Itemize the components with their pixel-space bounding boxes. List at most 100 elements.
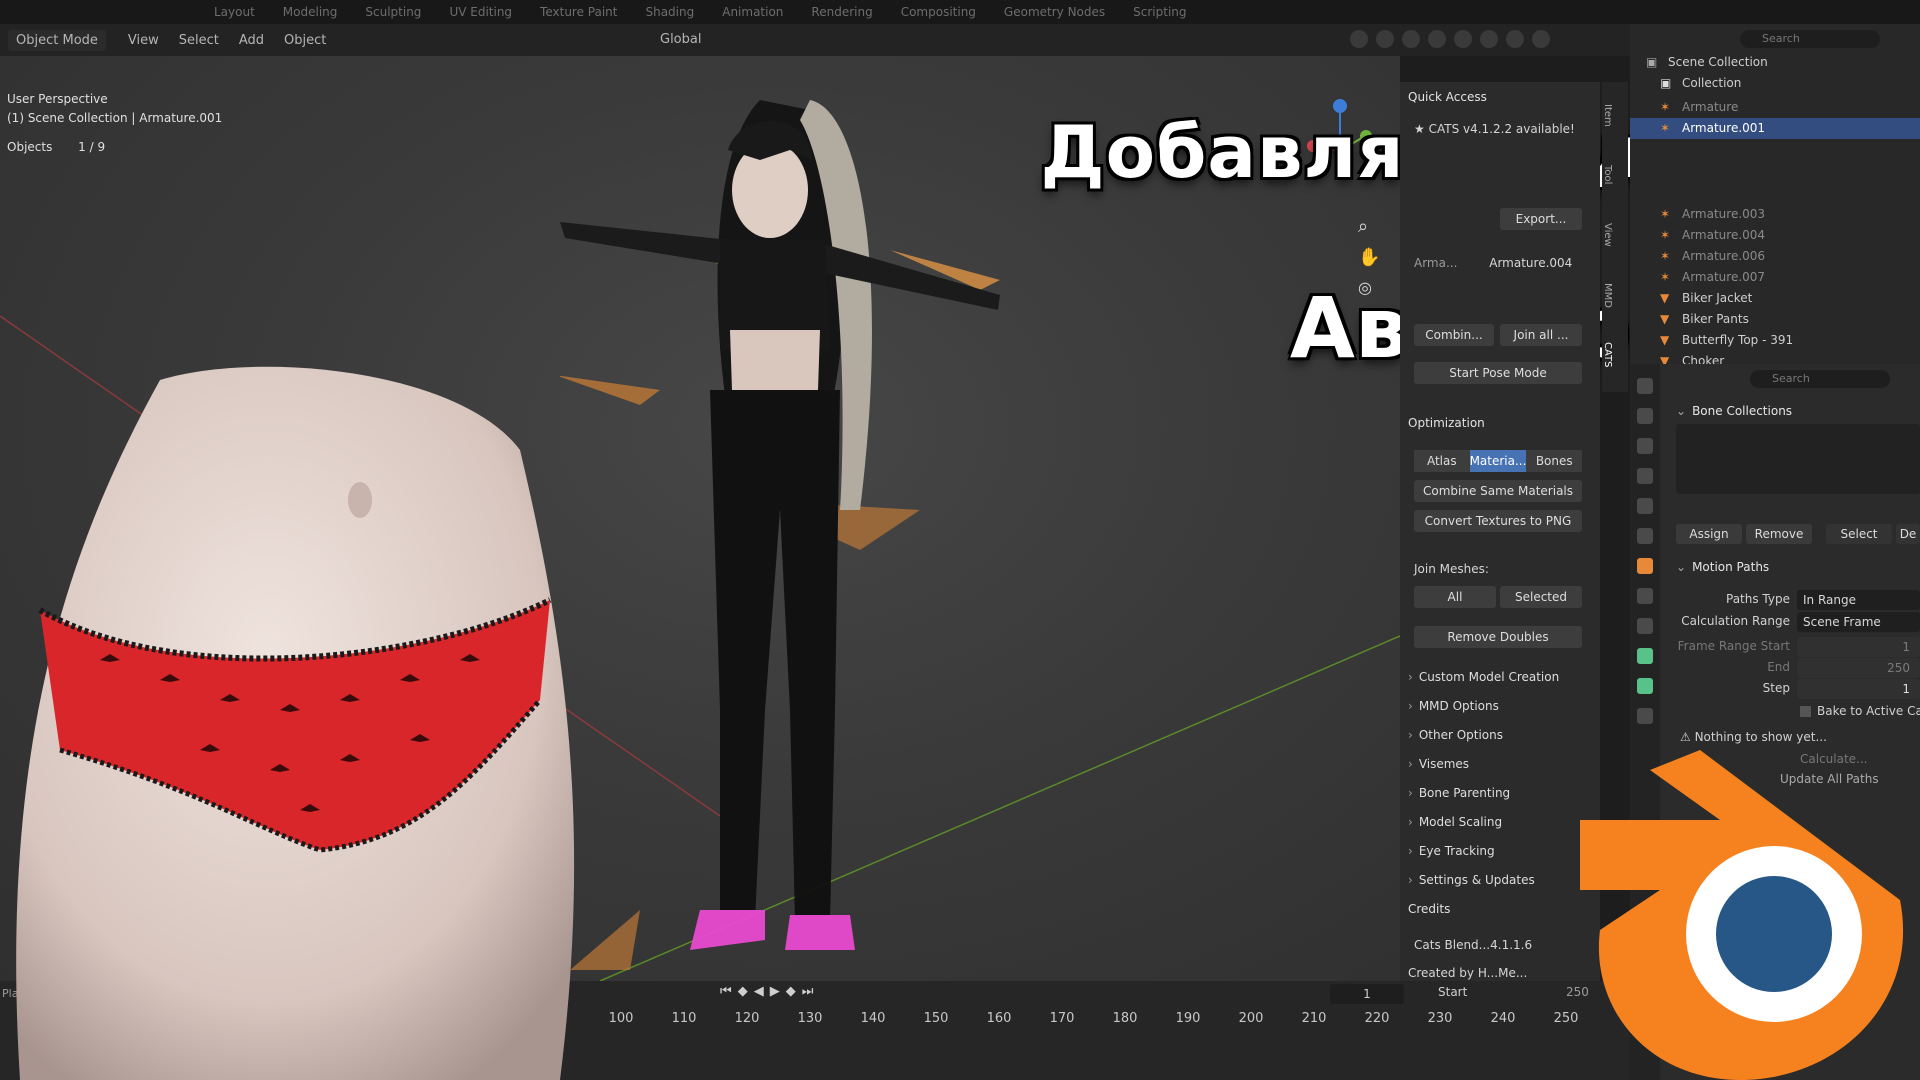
tab-layout[interactable]: Layout	[200, 5, 269, 19]
sidebar-tab-view[interactable]: View	[1602, 202, 1613, 262]
armature-dropdown[interactable]: Armature.004	[1489, 256, 1572, 270]
section-eye-tracking[interactable]: Eye Tracking	[1408, 844, 1495, 858]
prev-keyframe-icon[interactable]: ◆	[738, 984, 748, 999]
section-optimization[interactable]: Optimization	[1408, 416, 1485, 430]
tab-atlas[interactable]: Atlas	[1414, 450, 1470, 472]
assign-button[interactable]: Assign	[1676, 524, 1742, 544]
modifier-tab-icon[interactable]	[1637, 588, 1653, 604]
section-quick-access[interactable]: Quick Access	[1408, 90, 1487, 104]
mode-dropdown[interactable]: Object Mode	[8, 29, 106, 51]
join-all-button[interactable]: Join all ...	[1500, 324, 1582, 346]
texture-tab-icon[interactable]	[1637, 708, 1653, 724]
rendered-shading-icon[interactable]	[1532, 30, 1550, 48]
join-all-meshes-button[interactable]: All	[1414, 586, 1496, 608]
sidebar-tab-mmd[interactable]: MMD	[1602, 262, 1613, 322]
export-button[interactable]: Export...	[1500, 208, 1582, 230]
outliner-item[interactable]: ▼ Biker Jacket	[1630, 288, 1920, 309]
world-tab-icon[interactable]	[1637, 528, 1653, 544]
tab-rendering[interactable]: Rendering	[797, 5, 886, 19]
wireframe-shading-icon[interactable]	[1454, 30, 1472, 48]
view-layer-tab-icon[interactable]	[1637, 468, 1653, 484]
section-other-options[interactable]: Other Options	[1408, 728, 1503, 742]
tab-scripting[interactable]: Scripting	[1119, 5, 1200, 19]
solid-shading-icon[interactable]	[1480, 30, 1498, 48]
bone-tab-icon[interactable]	[1637, 678, 1653, 694]
section-settings-updates[interactable]: Settings & Updates	[1408, 873, 1535, 887]
current-frame-field[interactable]: 1	[1330, 984, 1404, 1004]
paths-type-dropdown[interactable]: In Range	[1797, 590, 1920, 610]
bake-checkbox[interactable]	[1800, 706, 1811, 717]
render-tab-icon[interactable]	[1637, 408, 1653, 424]
jump-end-icon[interactable]: ⏭	[802, 984, 814, 999]
section-bone-collections[interactable]: Bone Collections	[1676, 404, 1792, 418]
tab-modeling[interactable]: Modeling	[269, 5, 352, 19]
calc-range-dropdown[interactable]: Scene Frame Range	[1797, 612, 1920, 649]
outliner-item[interactable]: ✶ Armature.006	[1630, 246, 1920, 267]
transform-orientation-dropdown[interactable]: Global	[652, 30, 709, 49]
combine-materials-button[interactable]: Combine Same Materials	[1414, 480, 1582, 502]
material-shading-icon[interactable]	[1506, 30, 1524, 48]
remove-button[interactable]: Remove	[1746, 524, 1812, 544]
tab-shading[interactable]: Shading	[631, 5, 708, 19]
properties-search-input[interactable]: Search	[1750, 370, 1890, 388]
menu-select[interactable]: Select	[169, 33, 229, 48]
outliner-item[interactable]: ▼ Butterfly Top - 391	[1630, 330, 1920, 351]
tab-bones[interactable]: Bones	[1526, 450, 1583, 472]
outliner-item[interactable]: ▼ Biker Pants	[1630, 309, 1920, 330]
sidebar-tab-tool[interactable]: Tool	[1602, 142, 1613, 202]
frame-start-field[interactable]: 1	[1797, 637, 1920, 657]
tab-materials[interactable]: Materia...	[1469, 450, 1527, 472]
start-pose-mode-button[interactable]: Start Pose Mode	[1414, 362, 1582, 384]
outliner-item[interactable]: ✶ Armature.004	[1630, 225, 1920, 246]
section-bone-parenting[interactable]: Bone Parenting	[1408, 786, 1510, 800]
section-motion-paths[interactable]: Motion Paths	[1676, 560, 1769, 574]
visibility-icon[interactable]	[1350, 30, 1368, 48]
combine-button[interactable]: Combin...	[1414, 324, 1494, 346]
tab-uv-editing[interactable]: UV Editing	[435, 5, 526, 19]
outliner-item-selected[interactable]: ✶ Armature.001	[1630, 118, 1920, 139]
section-credits[interactable]: Credits	[1408, 902, 1450, 916]
jump-start-icon[interactable]: ⏮	[720, 984, 732, 999]
output-tab-icon[interactable]	[1637, 438, 1653, 454]
section-visemes[interactable]: Visemes	[1408, 757, 1469, 771]
menu-view[interactable]: View	[118, 33, 169, 48]
select-button[interactable]: Select	[1826, 524, 1892, 544]
join-selected-button[interactable]: Selected	[1500, 586, 1582, 608]
outliner-search-input[interactable]: Search	[1740, 30, 1880, 48]
outliner-item[interactable]: ✶ Armature.007	[1630, 267, 1920, 288]
sidebar-tab-item[interactable]: Item	[1602, 82, 1613, 142]
overlay-icon[interactable]	[1402, 30, 1420, 48]
tab-texture-paint[interactable]: Texture Paint	[526, 5, 631, 19]
section-custom-model-creation[interactable]: Custom Model Creation	[1408, 670, 1559, 684]
xray-icon[interactable]	[1428, 30, 1446, 48]
scene-collection-row[interactable]: ▣ Scene Collection	[1630, 52, 1920, 73]
outliner-item[interactable]: ▼ Choker	[1630, 351, 1920, 364]
remove-doubles-button[interactable]: Remove Doubles	[1414, 626, 1582, 648]
tab-animation[interactable]: Animation	[708, 5, 797, 19]
start-frame-label[interactable]: Start	[1438, 985, 1467, 999]
deselect-button[interactable]: De	[1896, 524, 1920, 544]
section-model-scaling[interactable]: Model Scaling	[1408, 815, 1502, 829]
sidebar-tab-cats[interactable]: CATS	[1602, 322, 1613, 382]
play-reverse-icon[interactable]: ◀	[754, 984, 764, 999]
tab-geometry-nodes[interactable]: Geometry Nodes	[990, 5, 1119, 19]
tab-compositing[interactable]: Compositing	[887, 5, 990, 19]
object-tab-icon[interactable]	[1637, 558, 1653, 574]
end-field[interactable]: 250	[1797, 658, 1920, 678]
step-field[interactable]: 1	[1797, 679, 1920, 699]
bone-collections-list[interactable]	[1676, 424, 1920, 494]
next-keyframe-icon[interactable]: ◆	[786, 984, 796, 999]
section-mmd-options[interactable]: MMD Options	[1408, 699, 1499, 713]
play-icon[interactable]: ▶	[770, 984, 780, 999]
outliner-item[interactable]: ✶ Armature.003	[1630, 204, 1920, 225]
tab-sculpting[interactable]: Sculpting	[351, 5, 435, 19]
menu-object[interactable]: Object	[274, 33, 336, 48]
scene-tab-icon[interactable]	[1637, 498, 1653, 514]
outliner-item[interactable]: ✶ Armature	[1630, 97, 1920, 118]
bake-checkbox-row[interactable]: Bake to Active Cam	[1800, 704, 1920, 718]
gizmo-icon[interactable]	[1376, 30, 1394, 48]
collection-row[interactable]: ▣ Collection	[1630, 73, 1920, 94]
constraints-tab-icon[interactable]	[1637, 618, 1653, 634]
tool-tab-icon[interactable]	[1637, 378, 1653, 394]
convert-textures-button[interactable]: Convert Textures to PNG	[1414, 510, 1582, 532]
